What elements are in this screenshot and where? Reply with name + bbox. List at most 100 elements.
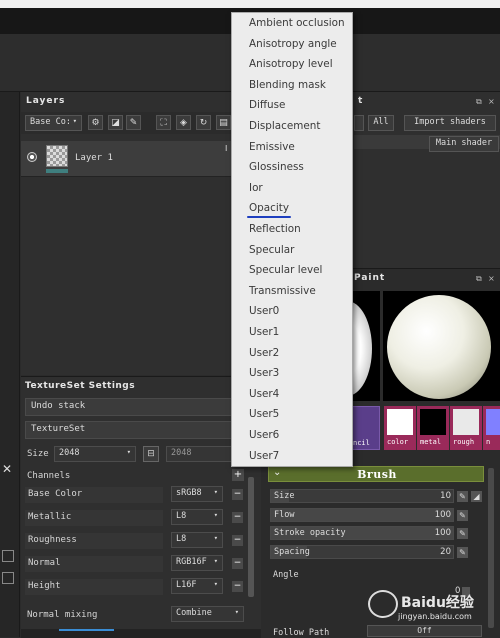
menu-item[interactable]: Opacity xyxy=(249,202,289,214)
pen-pressure-icon[interactable]: ✎ xyxy=(457,546,468,558)
window-titlebar xyxy=(0,0,500,8)
swatch-color[interactable]: color xyxy=(384,406,416,450)
menu-item[interactable]: Reflection xyxy=(249,223,301,235)
menu-item[interactable]: User2 xyxy=(249,347,279,359)
channel-select[interactable]: Base Co: ▾ xyxy=(25,115,82,131)
channel-list: Base Color sRGB8 ▾ − Metallic L8 ▾ − Rough… xyxy=(21,485,261,600)
channel-format-select[interactable]: sRGB8 ▾ xyxy=(171,486,223,502)
menu-item[interactable]: User7 xyxy=(249,450,279,462)
close-x-icon[interactable]: ✕ xyxy=(2,462,16,476)
menu-item[interactable]: Emissive xyxy=(249,141,295,153)
textureset-field[interactable]: TextureSet xyxy=(25,421,255,439)
slider-size[interactable]: Size 10 xyxy=(270,489,454,503)
channel-format-select[interactable]: L8 ▾ xyxy=(171,532,223,548)
layers-toolbar: Base Co: ▾ ⚙ ◪ ✎ ⛶ ◈ ↻ ▤ xyxy=(21,112,261,134)
fill-icon[interactable]: ◈ xyxy=(176,115,191,130)
channel-format-select[interactable]: RGB16F ▾ xyxy=(171,555,223,571)
add-layer-icon[interactable]: ⚙ xyxy=(88,115,103,130)
undo-stack-field[interactable]: Undo stack xyxy=(25,398,255,416)
angle-label: Angle xyxy=(273,570,299,580)
menu-item[interactable]: Glossiness xyxy=(249,161,304,173)
filter-button[interactable] xyxy=(354,115,364,131)
menu-item[interactable]: Blending mask xyxy=(249,79,326,91)
layer-row[interactable]: Layer 1 I xyxy=(21,141,261,177)
add-fill-layer-icon[interactable]: ◪ xyxy=(108,115,123,130)
size-select-value: 2048 xyxy=(59,448,80,458)
layer-marker: I xyxy=(225,144,228,153)
swatch-label: color xyxy=(387,438,409,446)
menu-item[interactable]: User3 xyxy=(249,367,279,379)
generator-icon[interactable]: ↻ xyxy=(196,115,211,130)
panel-icon[interactable] xyxy=(2,572,14,584)
remove-channel-icon[interactable]: − xyxy=(232,489,243,500)
link-icon[interactable]: ◢ xyxy=(471,491,482,502)
filter-all-button[interactable]: All xyxy=(368,115,394,131)
channel-format-value: L8 xyxy=(176,511,187,521)
panel-float-icon[interactable]: ⧉ xyxy=(476,97,482,107)
folder-icon[interactable]: ▤ xyxy=(216,115,231,130)
layer-name[interactable]: Layer 1 xyxy=(75,153,113,163)
swatch-metal[interactable]: metal xyxy=(417,406,449,450)
normal-mixing-value: Combine xyxy=(176,608,212,618)
swatch-normal[interactable]: n xyxy=(483,406,500,450)
main-shader-button[interactable]: Main shader xyxy=(429,136,499,152)
channel-dropdown-menu: Ambient occlusion Anisotropy angle Anisotr… xyxy=(231,12,353,467)
remove-channel-icon[interactable]: − xyxy=(232,535,243,546)
brush-preview-glow xyxy=(352,301,372,396)
menu-item[interactable]: Diffuse xyxy=(249,99,285,111)
slider-flow[interactable]: Flow 100 xyxy=(270,507,454,522)
menu-item[interactable]: Specular xyxy=(249,244,294,256)
import-shaders-button[interactable]: Import shaders xyxy=(404,115,496,131)
swatch-label: n xyxy=(486,438,491,446)
brush-layer-icon[interactable]: ✎ xyxy=(126,115,141,130)
menu-item[interactable]: Specular level xyxy=(249,264,322,276)
add-channel-icon[interactable]: + xyxy=(232,469,244,481)
lock-icon[interactable]: ⊟ xyxy=(143,446,159,462)
paw-logo-icon xyxy=(368,590,398,618)
chevron-down-icon: ▾ xyxy=(234,608,239,616)
menu-item[interactable]: User1 xyxy=(249,326,279,338)
normal-mixing-label: Normal mixing xyxy=(27,610,98,620)
remove-channel-icon[interactable]: − xyxy=(232,581,243,592)
remove-channel-icon[interactable]: − xyxy=(232,512,243,523)
panel-close-icon[interactable]: × xyxy=(488,274,495,283)
slider-spacing[interactable]: Spacing 20 xyxy=(270,544,454,559)
panel-close-icon[interactable]: × xyxy=(488,97,495,106)
grid-icon[interactable] xyxy=(2,550,14,562)
menu-item[interactable]: Anisotropy level xyxy=(249,58,333,70)
effect-icon[interactable]: ⛶ xyxy=(156,115,171,130)
menu-item[interactable]: User0 xyxy=(249,305,279,317)
panel-float-icon[interactable]: ⧉ xyxy=(476,274,482,284)
size-select[interactable]: 2048 ▾ xyxy=(54,446,136,462)
textureset-scrollbar[interactable] xyxy=(248,477,254,597)
swatch-label: metal xyxy=(420,438,442,446)
chevron-down-icon: ▾ xyxy=(213,511,218,519)
menu-item[interactable]: User6 xyxy=(249,429,279,441)
menu-item[interactable]: User5 xyxy=(249,408,279,420)
brush-header[interactable]: ⌄ Brush xyxy=(268,466,484,482)
material-preview xyxy=(383,291,500,401)
swatch-stencil[interactable]: ncil xyxy=(352,406,380,450)
swatch-fill xyxy=(387,409,413,435)
slider-value: 100 xyxy=(434,509,451,520)
menu-item[interactable]: Anisotropy angle xyxy=(249,38,337,50)
pen-pressure-icon[interactable]: ✎ xyxy=(457,491,468,502)
slider-label: Stroke opacity xyxy=(274,528,346,538)
pen-pressure-icon[interactable]: ✎ xyxy=(457,509,468,521)
menu-item[interactable]: Transmissive xyxy=(249,285,316,297)
menu-item[interactable]: Ior xyxy=(249,182,263,194)
pen-pressure-icon[interactable]: ✎ xyxy=(457,528,468,539)
paint-panel-title: Paint xyxy=(354,273,386,283)
swatch-rough[interactable]: rough xyxy=(450,406,482,450)
slider-stroke-opacity[interactable]: Stroke opacity 100 xyxy=(270,526,454,540)
menu-item[interactable]: User4 xyxy=(249,388,279,400)
channel-format-select[interactable]: L16F ▾ xyxy=(171,578,223,594)
remove-channel-icon[interactable]: − xyxy=(232,558,243,569)
normal-mixing-select[interactable]: Combine ▾ xyxy=(171,606,244,622)
channel-format-select[interactable]: L8 ▾ xyxy=(171,509,223,525)
chevron-down-icon: ▾ xyxy=(213,488,218,496)
menu-item[interactable]: Ambient occlusion xyxy=(249,17,345,29)
chevron-down-icon: ▾ xyxy=(126,448,131,456)
visibility-toggle-icon[interactable] xyxy=(27,152,37,162)
menu-item[interactable]: Displacement xyxy=(249,120,320,132)
